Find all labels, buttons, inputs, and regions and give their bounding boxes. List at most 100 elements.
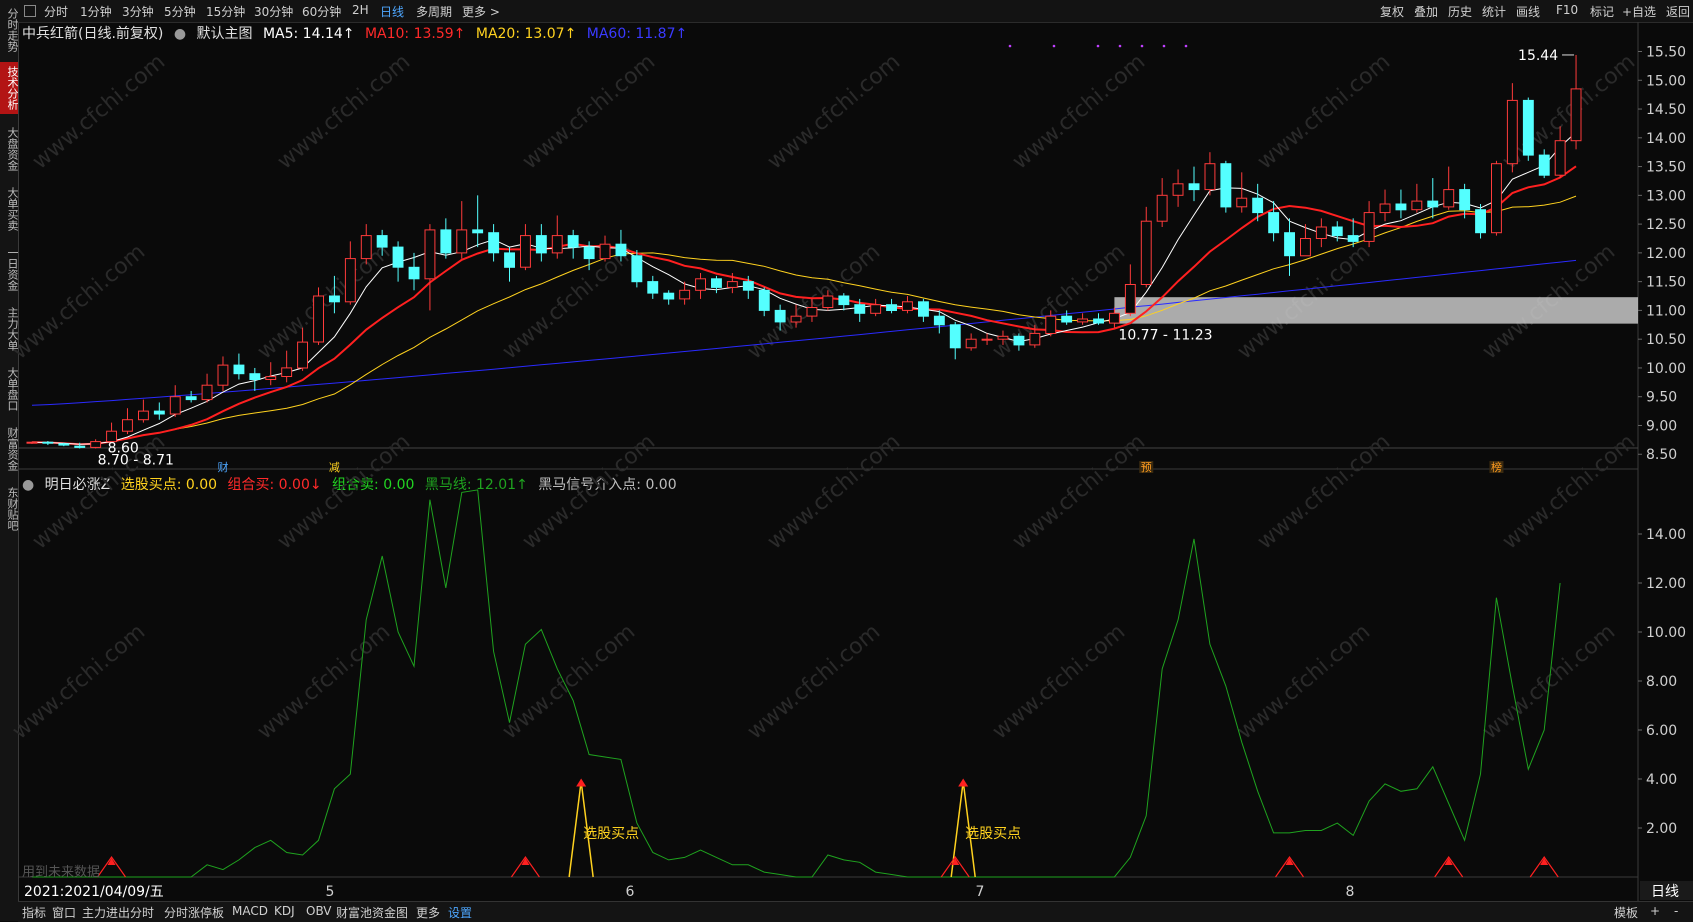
price-tick: 9.00 [1646,418,1677,434]
bottom-toolbar: 指标 窗口 主力进出分时 分时涨停板 MACD KDJ OBV 财富池资金图 更… [18,901,1693,922]
watermark-text: www.cfchi.com [253,619,395,744]
candle [1538,149,1550,179]
buy-point-label: 选股买点 [965,826,1021,842]
event-marker: 财 [217,460,228,474]
candle-body [790,315,802,323]
candle [344,241,356,305]
tab-macd[interactable]: MACD [232,904,268,918]
candle-body [1315,226,1327,239]
watermark-layer: www.cfchi.com www.cfchi.com www.cfchi.com w… [8,49,1640,744]
candle [249,367,261,391]
candle-body [440,229,452,254]
price-tick: 10.50 [1646,332,1686,348]
candle-body [742,281,754,291]
candle-body [918,301,929,317]
tab-window[interactable]: 窗口 [52,904,76,921]
tab-more-bottom[interactable]: 更多 [416,904,440,921]
tab-obv[interactable]: OBV [306,904,332,918]
candle-body [1109,312,1120,324]
candle [392,241,404,282]
candle-body [74,445,86,448]
candle-body [42,441,54,444]
price-tick: 8.50 [1646,447,1677,463]
tab-settings[interactable]: 设置 [448,904,472,921]
candle [1395,189,1407,219]
watermark-text: www.cfchi.com [8,239,150,364]
candle-body [1204,163,1216,191]
candle [711,275,722,294]
candle [1124,264,1136,317]
candle-body [758,289,770,311]
candle-body [679,289,691,300]
indicator-tick: 12.00 [1646,576,1686,592]
candle-body [567,235,579,248]
candle-body [695,278,706,291]
price-tick: 14.50 [1646,102,1686,118]
candle [535,224,547,262]
tab-main-flow[interactable]: 主力进出分时 [82,904,154,921]
date-readout: 2021:2021/04/09/五 [24,884,164,900]
candle [281,350,293,383]
zoom-in-button[interactable]: + [1650,904,1660,918]
watermark-text: www.cfchi.com [498,239,640,364]
tab-wealth-pool[interactable]: 财富池资金图 [336,904,408,921]
event-marker: 榜 [1491,460,1502,474]
candle [1363,201,1375,248]
candle [647,275,659,299]
tab-limit-up[interactable]: 分时涨停板 [164,904,224,921]
candle-body [822,295,834,308]
candle-body [647,281,659,294]
candle [902,296,913,314]
candle [870,298,882,317]
month-label: 5 [326,884,335,900]
tab-kdj[interactable]: KDJ [274,904,295,918]
candle-body [1124,284,1136,314]
candle-body [870,304,882,314]
candle [965,333,977,351]
low-range-label: 8.70 - 8.71 [98,452,174,468]
tab-indicator[interactable]: 指标 [22,904,46,921]
candle-body [90,441,102,448]
candle-body [122,419,133,432]
candle-body [153,410,165,415]
candle-body [583,246,595,260]
candle-body [313,295,325,343]
watermark-text: www.cfchi.com [273,49,415,174]
watermark-text: www.cfchi.com [28,49,170,174]
candle [122,408,133,435]
stock-chart[interactable]: www.cfchi.com www.cfchi.com www.cfchi.com w… [0,0,1693,921]
zoom-out-button[interactable]: - [1674,904,1678,918]
template-button[interactable]: 模板 [1614,904,1638,921]
candle-body [1284,232,1295,257]
candle [138,399,149,423]
gap-range-label: 10.77 - 11.23 [1118,328,1212,344]
candle-body [806,307,818,317]
candle-body [456,229,468,254]
candle-body [169,396,181,415]
candle-body [1459,189,1471,211]
candle-body [1156,194,1168,222]
candle [26,441,38,444]
price-tick: 15.50 [1646,45,1686,61]
candle [663,290,675,305]
watermark-text: www.cfchi.com [988,619,1130,744]
candle-body [933,315,945,326]
candle [1077,313,1088,325]
signal-dot [1162,44,1166,48]
candle-body [1506,99,1518,165]
candle [758,287,770,317]
candle [185,390,197,403]
buy-point-label: 选股买点 [583,826,639,842]
candle-body [265,376,277,381]
candle [695,273,706,299]
watermark-text: www.cfchi.com [498,619,640,744]
candle-body [1093,318,1104,324]
candle [424,224,436,311]
candle-body [138,410,149,421]
price-tick: 11.50 [1646,275,1686,291]
price-tick: 12.50 [1646,217,1686,233]
candle-body [949,324,961,349]
candle-body [774,309,786,323]
watermark-text: www.cfchi.com [763,49,905,174]
month-label: 6 [626,884,635,900]
